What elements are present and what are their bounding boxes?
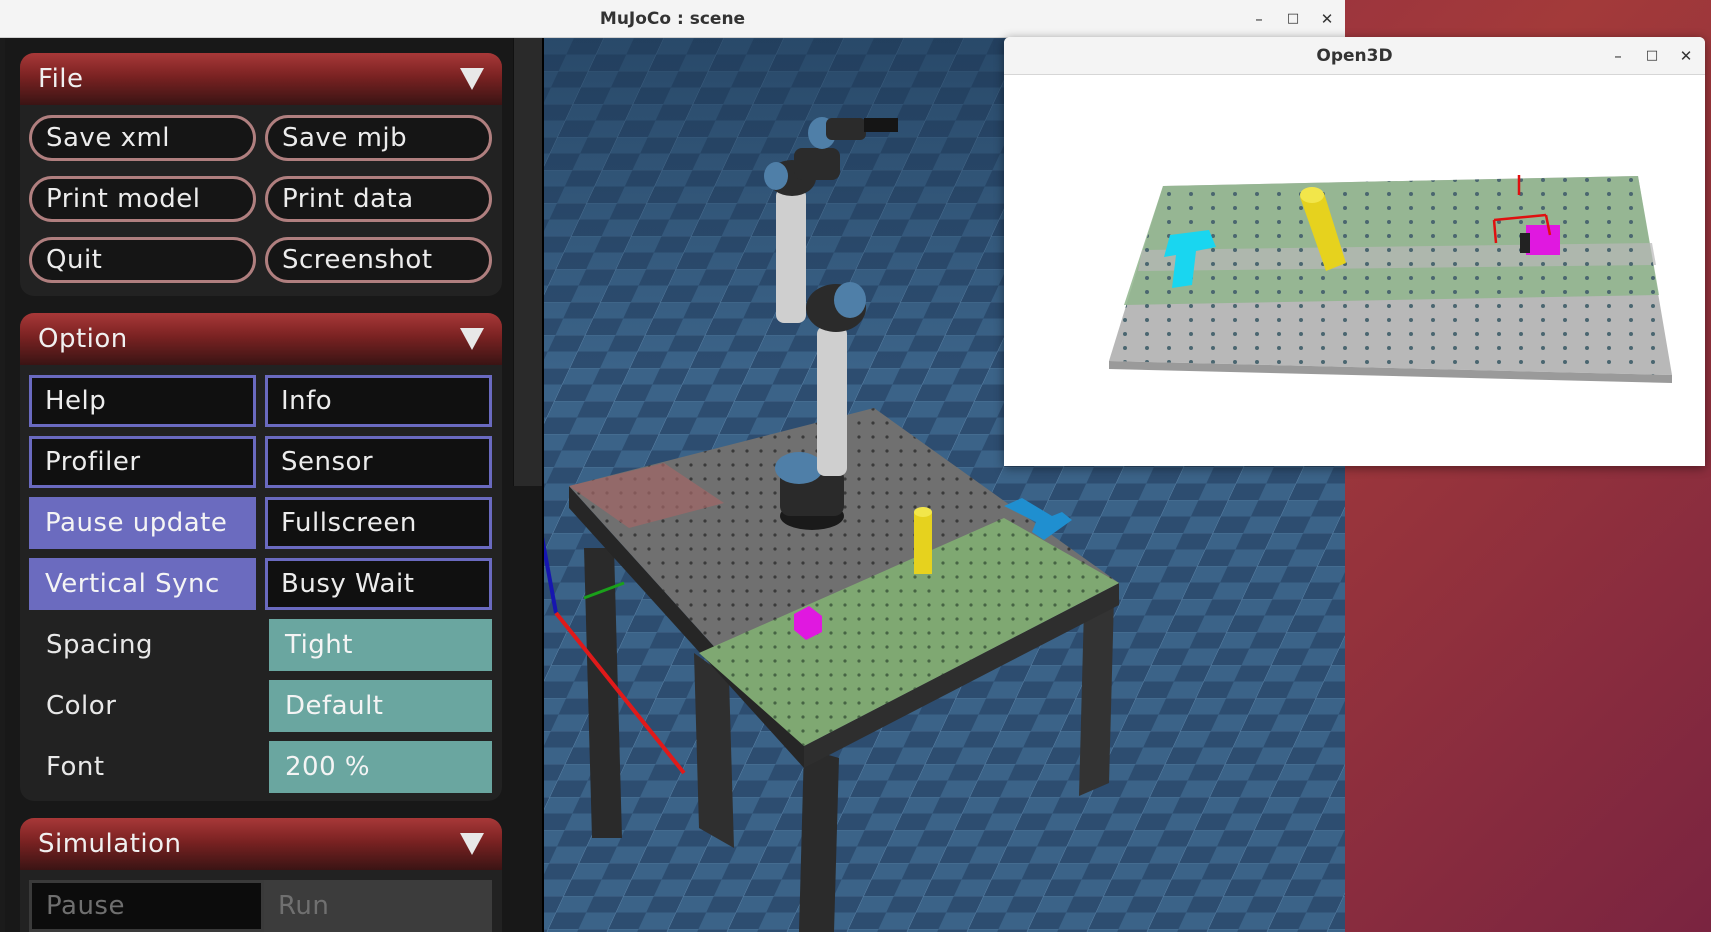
print-model-button[interactable]: Print model xyxy=(29,176,256,222)
open3d-window: Open3D – □ ✕ xyxy=(1004,37,1705,466)
minimize-icon[interactable]: – xyxy=(1604,37,1632,74)
ui-panel: File Save xml Save mjb Print model Print… xyxy=(5,38,542,932)
yellow-cylinder xyxy=(914,512,932,574)
fullscreen-toggle[interactable]: Fullscreen xyxy=(265,497,492,549)
open3d-canvas[interactable] xyxy=(1004,75,1705,466)
vertical-sync-toggle[interactable]: Vertical Sync xyxy=(29,558,256,610)
maximize-icon[interactable]: □ xyxy=(1638,37,1666,74)
point-cloud-magenta-cube xyxy=(1526,225,1560,255)
quit-button[interactable]: Quit xyxy=(29,237,256,283)
mujoco-titlebar[interactable]: MuJoCo : scene – □ ✕ xyxy=(0,0,1345,38)
help-toggle[interactable]: Help xyxy=(29,375,256,427)
table-leg xyxy=(1079,598,1114,796)
pause-button[interactable]: Pause xyxy=(29,880,264,932)
collapse-triangle-icon xyxy=(460,833,484,855)
option-section-title: Option xyxy=(38,324,128,354)
font-select[interactable]: 200 % xyxy=(269,741,492,793)
font-label: Font xyxy=(46,752,105,782)
busy-wait-toggle[interactable]: Busy Wait xyxy=(265,558,492,610)
robot-upper-arm xyxy=(776,188,806,323)
save-xml-button[interactable]: Save xml xyxy=(29,115,256,161)
spacing-select[interactable]: Tight xyxy=(269,619,492,671)
file-section-title: File xyxy=(38,64,84,94)
option-section-header[interactable]: Option xyxy=(20,313,502,365)
collapse-triangle-icon xyxy=(460,328,484,350)
pause-update-toggle[interactable]: Pause update xyxy=(29,497,256,549)
profiler-toggle[interactable]: Profiler xyxy=(29,436,256,488)
simulation-section-title: Simulation xyxy=(38,829,182,859)
minimize-icon[interactable]: – xyxy=(1245,0,1273,37)
mujoco-window-title: MuJoCo : scene xyxy=(599,8,746,29)
open3d-window-title: Open3D xyxy=(1316,45,1393,66)
table-leg xyxy=(799,748,839,932)
simulation-section-header[interactable]: Simulation xyxy=(20,818,502,870)
close-icon[interactable]: ✕ xyxy=(1313,0,1341,37)
robot-wrist xyxy=(826,118,866,140)
panel-scrollbar-thumb[interactable] xyxy=(513,38,543,486)
info-toggle[interactable]: Info xyxy=(265,375,492,427)
simulation-section: Simulation Pause Run xyxy=(20,818,502,932)
option-section: Option Help Info Profiler Sensor Pause u… xyxy=(20,313,502,801)
open3d-titlebar[interactable]: Open3D – □ ✕ xyxy=(1004,37,1705,75)
robot-gripper xyxy=(864,118,898,132)
spacing-label: Spacing xyxy=(46,630,153,660)
print-data-button[interactable]: Print data xyxy=(265,176,492,222)
file-section-header[interactable]: File xyxy=(20,53,502,105)
robot-lower-arm xyxy=(817,326,847,476)
color-select[interactable]: Default xyxy=(269,680,492,732)
color-label: Color xyxy=(46,691,117,721)
run-button[interactable]: Run xyxy=(264,880,492,932)
close-icon[interactable]: ✕ xyxy=(1672,37,1700,74)
file-section: File Save xml Save mjb Print model Print… xyxy=(20,53,502,296)
maximize-icon[interactable]: □ xyxy=(1279,0,1307,37)
screenshot-button[interactable]: Screenshot xyxy=(265,237,492,283)
collapse-triangle-icon xyxy=(460,68,484,90)
point-cloud-render xyxy=(1109,175,1672,383)
sensor-toggle[interactable]: Sensor xyxy=(265,436,492,488)
save-mjb-button[interactable]: Save mjb xyxy=(265,115,492,161)
